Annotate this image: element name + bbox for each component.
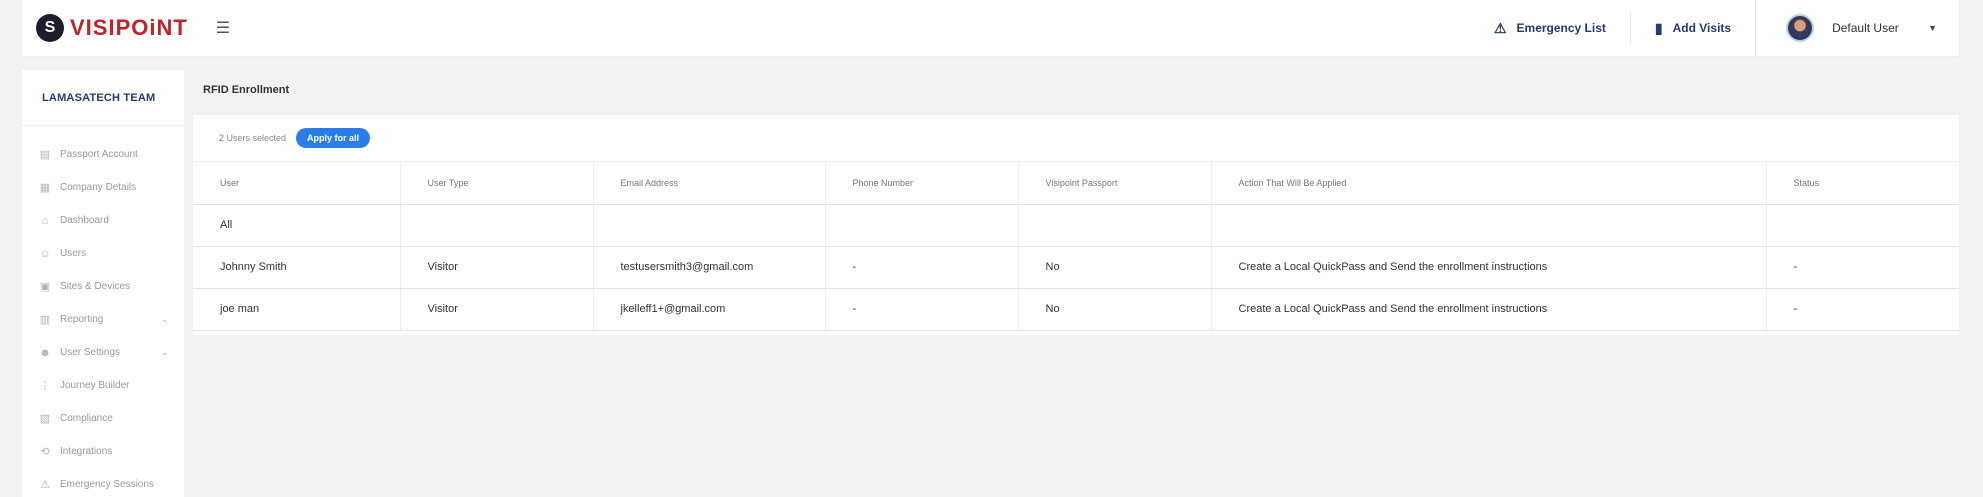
top-bar: S VISIPOiNT ☰ ⚠ Emergency List ▮ Add Vis… (22, 0, 1959, 56)
col-header-passport[interactable]: Visipoint Passport (1018, 162, 1212, 205)
siren-icon: ⚠ (1493, 19, 1507, 36)
user-type-cell: Visitor (400, 288, 594, 331)
siren-icon: ⚠ (40, 479, 50, 491)
emergency-list-label: Emergency List (1516, 21, 1606, 35)
page-title: RFID Enrollment (203, 84, 290, 96)
journey-icon: ⋮ (39, 380, 51, 392)
add-visits-label: Add Visits (1672, 21, 1732, 35)
devices-icon: ▣ (39, 281, 51, 293)
sidebar-item-label: Compliance (60, 413, 113, 424)
users-icon: ☺ (39, 247, 51, 260)
empty-cell (400, 204, 594, 247)
empty-cell (1018, 204, 1212, 247)
emergency-list-button[interactable]: ⚠ Emergency List (1470, 11, 1630, 45)
sidebar-item-journey-builder[interactable]: ⋮ Journey Builder (22, 369, 184, 402)
sidebar-item-label: Users (60, 248, 87, 259)
empty-cell (825, 204, 1019, 247)
hamburger-menu-icon[interactable]: ☰ (216, 18, 230, 38)
all-cell: All (193, 204, 401, 247)
table-row-all[interactable]: All (193, 204, 1959, 247)
email-cell: jkelleff1+@gmail.com (593, 288, 826, 331)
col-header-email[interactable]: Email Address (593, 162, 826, 205)
sidebar-item-user-settings[interactable]: ☻ User Settings ⌄ (22, 336, 184, 369)
status-cell: - (1766, 288, 1959, 331)
action-cell: Create a Local QuickPass and Send the en… (1211, 288, 1767, 331)
action-cell: Create a Local QuickPass and Send the en… (1211, 246, 1767, 289)
compliance-icon: ▧ (39, 413, 51, 425)
sidebar-item-label: Journey Builder (60, 380, 130, 391)
apply-for-all-button[interactable]: Apply for all (296, 128, 371, 148)
user-cell: Johnny Smith (193, 246, 401, 289)
phone-cell: - (825, 288, 1019, 331)
user-menu[interactable]: Default User ▼ (1755, 0, 1959, 56)
sidebar-item-dashboard[interactable]: ⌂ Dashboard (22, 204, 184, 237)
table-header-row: User User Type Email Address Phone Numbe… (193, 162, 1959, 205)
caret-down-icon[interactable]: ▼ (1928, 23, 1937, 33)
selected-count: 2 Users selected (219, 133, 287, 143)
selection-bar: 2 Users selected Apply for all (193, 115, 1959, 162)
empty-cell (593, 204, 826, 247)
sidebar-item-users[interactable]: ☺ Users (22, 237, 184, 270)
passport-cell: No (1018, 246, 1212, 289)
col-header-action[interactable]: Action That Will Be Applied (1211, 162, 1767, 205)
col-header-status[interactable]: Status (1766, 162, 1959, 205)
sidebar-item-reporting[interactable]: ▥ Reporting ⌄ (22, 303, 184, 336)
sidebar-item-label: Passport Account (60, 149, 138, 160)
sidebar-item-label: Company Details (60, 182, 137, 193)
report-icon: ▥ (39, 314, 51, 326)
phone-cell: - (825, 246, 1019, 289)
logo-text: VISIPOiNT (70, 15, 188, 40)
brand-logo[interactable]: S VISIPOiNT (36, 14, 188, 42)
empty-cell (1211, 204, 1767, 247)
add-visits-button[interactable]: ▮ Add Visits (1631, 11, 1755, 45)
user-settings-icon: ☻ (39, 346, 51, 359)
sidebar-item-integrations[interactable]: ⟲ Integrations (22, 435, 184, 468)
col-header-user-type[interactable]: User Type (400, 162, 594, 205)
user-name: Default User (1832, 21, 1899, 35)
table-row[interactable]: Johnny Smith Visitor testusersmith3@gmai… (193, 246, 1959, 289)
avatar (1786, 14, 1815, 42)
building-icon: ▦ (39, 182, 51, 194)
sidebar: LAMASATECH TEAM ▤ Passport Account ▦ Com… (22, 70, 184, 497)
logo-mark-icon: S (36, 14, 64, 42)
empty-cell (1766, 204, 1959, 247)
sidebar-item-passport-account[interactable]: ▤ Passport Account (22, 138, 184, 171)
sidebar-item-label: Reporting (60, 314, 104, 325)
sidebar-item-label: User Settings (60, 347, 121, 358)
team-name: LAMASATECH TEAM (22, 70, 184, 126)
passport-cell: No (1018, 288, 1212, 331)
status-cell: - (1766, 246, 1959, 289)
chevron-down-icon: ⌄ (161, 315, 168, 324)
sidebar-item-compliance[interactable]: ▧ Compliance (22, 402, 184, 435)
sidebar-item-label: Sites & Devices (60, 281, 131, 292)
door-icon: ▮ (1654, 19, 1663, 36)
enrollment-card: 2 Users selected Apply for all User User… (193, 115, 1959, 335)
home-icon: ⌂ (41, 214, 49, 227)
sidebar-item-company-details[interactable]: ▦ Company Details (22, 171, 184, 204)
col-header-user[interactable]: User (193, 162, 401, 205)
sidebar-item-label: Integrations (60, 446, 113, 457)
chevron-down-icon: ⌄ (161, 348, 168, 357)
sidebar-item-emergency-sessions[interactable]: ⚠ Emergency Sessions (22, 468, 184, 497)
table-row[interactable]: joe man Visitor jkelleff1+@gmail.com - N… (193, 288, 1959, 331)
sidebar-item-label: Emergency Sessions (60, 479, 154, 490)
email-cell: testusersmith3@gmail.com (593, 246, 826, 289)
passport-icon: ▤ (39, 149, 51, 161)
integrations-icon: ⟲ (40, 446, 50, 458)
enrollment-table: User User Type Email Address Phone Numbe… (193, 162, 1959, 331)
user-cell: joe man (193, 288, 401, 331)
sidebar-item-sites-devices[interactable]: ▣ Sites & Devices (22, 270, 184, 303)
col-header-phone[interactable]: Phone Number (825, 162, 1019, 205)
sidebar-item-label: Dashboard (60, 215, 109, 226)
user-type-cell: Visitor (400, 246, 594, 289)
